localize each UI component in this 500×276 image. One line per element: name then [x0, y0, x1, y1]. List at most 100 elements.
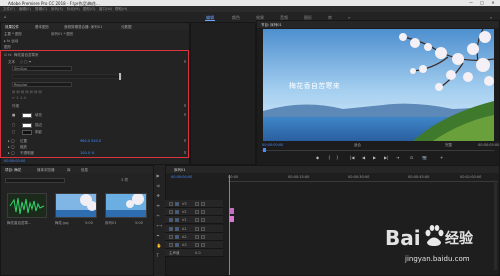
track-mute-icon[interactable]: [195, 234, 199, 239]
export-frame-icon[interactable]: 📷: [422, 155, 427, 160]
keyframe-icon[interactable]: [184, 139, 186, 142]
font-size-slider-handle[interactable]: [119, 73, 121, 80]
transform-expand-icon[interactable]: ▸ ◯: [8, 139, 15, 143]
keyframe-icon[interactable]: [184, 113, 186, 116]
razor-tool-icon[interactable]: ✂: [157, 213, 160, 218]
go-to-in-icon[interactable]: |◀: [350, 155, 354, 160]
button-editor-icon[interactable]: +: [440, 155, 443, 160]
tab-effect-controls[interactable]: 效果控件: [5, 25, 19, 30]
tab-metadata[interactable]: 元数据: [121, 25, 132, 30]
track-solo-icon[interactable]: [201, 242, 205, 247]
fill-checkbox[interactable]: ■: [12, 113, 15, 117]
play-icon[interactable]: ▶: [373, 155, 376, 160]
track-source-patch[interactable]: [169, 217, 173, 222]
track-lock-icon[interactable]: [169, 201, 173, 206]
track-target[interactable]: [175, 226, 179, 231]
track-mute-icon[interactable]: [195, 226, 199, 231]
track-solo-icon[interactable]: [201, 226, 205, 231]
master-volume-value[interactable]: 0.0: [195, 251, 201, 255]
shadow-checkbox[interactable]: □: [12, 130, 15, 134]
quality-dropdown[interactable]: 完整: [445, 143, 452, 148]
rate-stretch-tool-icon[interactable]: ⇹: [157, 203, 160, 208]
track-source-patch[interactable]: [169, 226, 173, 231]
opacity-expand-icon[interactable]: ▸ ◯: [8, 151, 15, 155]
tab-libraries[interactable]: 库: [67, 168, 71, 173]
track-target[interactable]: [175, 209, 179, 214]
mark-in-icon[interactable]: {: [328, 155, 331, 160]
track-lock-icon[interactable]: [169, 234, 173, 239]
program-timecode[interactable]: 00:00:00:00: [262, 143, 283, 147]
add-marker-icon[interactable]: ◆: [316, 155, 319, 160]
workspace-more-icon[interactable]: »: [348, 15, 350, 20]
tab-info[interactable]: 信息: [81, 168, 88, 173]
track-lock-icon[interactable]: [169, 242, 173, 247]
track-eye-icon[interactable]: [201, 201, 205, 206]
keyframe-icon[interactable]: [184, 151, 186, 154]
font-size-slider[interactable]: [12, 74, 122, 79]
track-lock-icon[interactable]: [169, 209, 173, 214]
safe-margins-icon[interactable]: ⊡: [410, 155, 413, 160]
mask-shape-icons[interactable]: ○ □ ✒: [20, 60, 32, 64]
track-select-tool-icon[interactable]: ⇉: [157, 183, 160, 188]
track-target[interactable]: [175, 242, 179, 247]
project-item-thumb[interactable]: [7, 193, 47, 218]
track-target[interactable]: [175, 234, 179, 239]
fit-dropdown[interactable]: 适合: [354, 143, 361, 148]
timeline-timecode[interactable]: 00:00:00:00: [171, 175, 192, 179]
ripple-edit-tool-icon[interactable]: ✥: [157, 193, 160, 198]
stroke-checkbox[interactable]: □: [12, 123, 15, 127]
step-back-icon[interactable]: ◀: [362, 155, 365, 160]
position-value[interactable]: 960.0 540.0: [80, 139, 101, 143]
project-item-name: 梅花香自苦寒...: [7, 221, 32, 225]
tab-program[interactable]: 节目: 序列01: [261, 23, 282, 28]
keyframe-icon[interactable]: [184, 60, 186, 63]
stroke-color-swatch[interactable]: [22, 123, 32, 128]
scale-expand-icon[interactable]: ▸ ◯: [8, 145, 15, 149]
project-item-thumb[interactable]: [55, 193, 97, 218]
layer-toggle-icon[interactable]: ☑ fx: [4, 53, 12, 57]
track-target[interactable]: [175, 201, 179, 206]
search-icon[interactable]: ⌕: [490, 15, 492, 20]
track-target[interactable]: [175, 217, 179, 222]
tracking-icons[interactable]: ↔ ↕ A A: [12, 96, 26, 100]
program-scrubber[interactable]: [262, 150, 494, 151]
project-search-input[interactable]: [5, 178, 65, 183]
breadcrumb-sequence[interactable]: 序列01 * 图形: [51, 32, 73, 37]
timeline-clip-image[interactable]: [229, 216, 234, 222]
track-sync-icon[interactable]: [195, 217, 199, 222]
track-sync-icon[interactable]: [195, 201, 199, 206]
project-item-thumb[interactable]: [105, 193, 147, 218]
fill-color-swatch[interactable]: [22, 113, 32, 118]
opacity-value[interactable]: 100.0 %: [80, 151, 94, 155]
tab-essential-graphics[interactable]: 基本图形: [35, 25, 49, 30]
type-tool-icon[interactable]: T: [157, 253, 159, 258]
breadcrumb-master[interactable]: 主要 * 图形: [4, 32, 22, 37]
tab-audio-clip-mixer[interactable]: 音频剪辑混合器: 序列01: [64, 25, 102, 30]
hand-tool-icon[interactable]: ✋: [157, 243, 162, 248]
tab-project[interactable]: 项目: 梅花: [5, 168, 21, 173]
tab-sequence[interactable]: 序列01: [174, 168, 185, 173]
track-sync-icon[interactable]: [195, 209, 199, 214]
timeline-clip-graphics[interactable]: [229, 208, 234, 214]
step-forward-icon[interactable]: ▶|: [384, 155, 388, 160]
track-solo-icon[interactable]: [201, 234, 205, 239]
video-subtitle: 梅花香自苦寒来: [289, 82, 341, 90]
timeline-ruler[interactable]: 00:00 00:00:15:00 00:00:30:00 00:00:45:0…: [228, 175, 498, 182]
shadow-color-swatch[interactable]: [22, 130, 32, 135]
track-eye-icon[interactable]: [201, 217, 205, 222]
workspace-color[interactable]: 颜色: [232, 15, 240, 21]
go-to-out-icon[interactable]: ⇥: [396, 155, 399, 160]
home-icon[interactable]: ⌂: [4, 14, 7, 19]
program-playhead[interactable]: [263, 148, 266, 152]
track-eye-icon[interactable]: [201, 209, 205, 214]
slip-tool-icon[interactable]: ⟷: [157, 223, 163, 228]
track-mute-icon[interactable]: [195, 242, 199, 247]
keyframe-icon[interactable]: [184, 104, 186, 107]
selection-tool-icon[interactable]: ▶: [157, 173, 160, 178]
align-buttons-icon[interactable]: ▤ ▤ ▤ ▤ ▤ ▤ ▤: [12, 90, 42, 94]
effect-controls-timecode[interactable]: 00:00:00:00: [4, 159, 25, 163]
mark-out-icon[interactable]: }: [336, 155, 339, 160]
tab-media-browser[interactable]: 媒体浏览器: [37, 168, 55, 173]
pen-tool-icon[interactable]: ✒: [157, 233, 160, 238]
timeline-playhead[interactable]: [229, 175, 230, 275]
